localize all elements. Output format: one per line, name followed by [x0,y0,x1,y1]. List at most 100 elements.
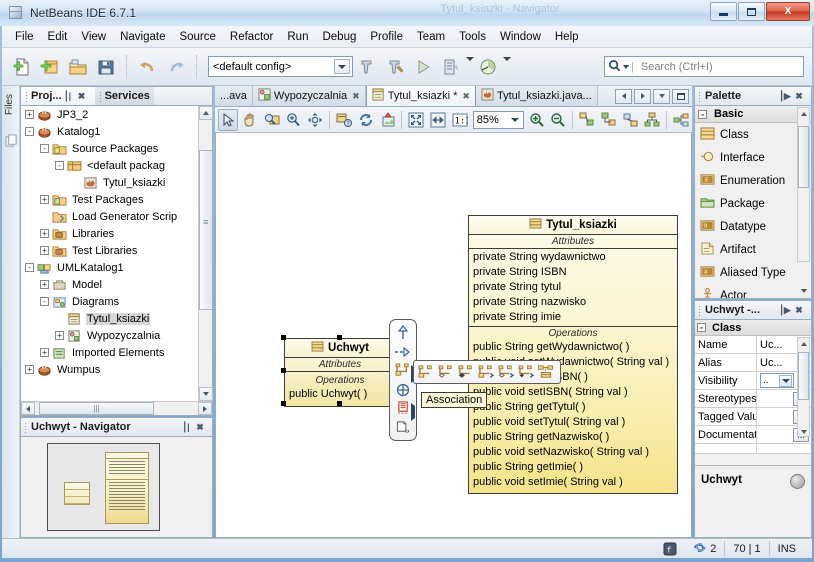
chevron-down-icon[interactable] [779,375,792,387]
chevron-down-icon[interactable] [334,59,350,74]
scroll-thumb[interactable] [798,126,809,188]
properties-scroll-up-button[interactable] [797,337,810,350]
navigable-composition-icon[interactable] [516,362,536,382]
menu-navigate[interactable]: Navigate [113,28,172,46]
clean-build-project-icon[interactable] [382,54,408,80]
tree-item-default-package[interactable]: - <default packag [21,157,212,174]
menu-profile[interactable]: Profile [363,28,410,46]
association-class-icon[interactable] [536,362,556,382]
expander-icon[interactable]: + [40,246,49,255]
tree-item-katalog1[interactable]: - Katalog1 [21,123,212,140]
association-plain-icon[interactable] [416,362,436,382]
tree-item-test-libraries[interactable]: + Test Libraries [21,242,212,259]
new-project-icon[interactable] [37,54,63,80]
save-all-icon[interactable] [93,54,119,80]
expander-icon[interactable]: - [697,323,706,332]
tab-services[interactable]: Services [94,87,154,105]
layout-orthogonal-icon[interactable] [599,109,619,131]
minimize-icon[interactable]: ⎮| [62,91,74,102]
palette-scroll-down-button[interactable] [797,284,810,297]
selection-handle[interactable] [281,368,286,373]
menu-view[interactable]: View [74,28,113,46]
build-project-icon[interactable] [354,54,380,80]
menu-window[interactable]: Window [493,28,548,46]
project-tree[interactable]: + JP3_2 - Katalog1 - Source Packages - <… [21,106,212,401]
palette-item-actor[interactable]: Actor [695,284,811,298]
chevron-down-icon[interactable] [508,113,522,127]
minimize-icon[interactable]: ⎮▶ [779,305,791,316]
menu-file[interactable]: File [8,28,41,46]
tree-item-diagrams[interactable]: - Diagrams [21,293,212,310]
pan-tool-icon[interactable] [240,109,260,131]
expander-icon[interactable]: + [40,348,49,357]
menu-run[interactable]: Run [280,28,315,46]
selection-handle[interactable] [337,401,342,406]
status-git-icon[interactable]: f [655,541,685,556]
undo-icon[interactable] [135,54,161,80]
expander-icon[interactable]: - [55,161,64,170]
menu-tools[interactable]: Tools [452,28,493,46]
close-icon[interactable]: ✖ [352,91,360,102]
palette-scrollbar[interactable] [797,107,810,262]
debug-project-icon[interactable] [438,54,464,80]
menu-source[interactable]: Source [172,28,222,46]
menu-refactor[interactable]: Refactor [223,28,280,46]
actual-size-icon[interactable]: 1:1 [450,109,470,131]
realization-arrow-icon[interactable] [391,342,415,361]
fit-to-window-icon[interactable] [406,109,426,131]
property-row-alias[interactable]: Alias Uc... [695,354,811,372]
tab-tytul-ksiazki-diagram[interactable]: Tytul_ksiazki * ✖ [365,86,476,106]
expander-icon[interactable]: - [40,144,49,153]
layout-tree-icon[interactable] [643,109,663,131]
tab-projects[interactable]: Proj... ⎮| ✖ [21,87,95,105]
instance-icon[interactable] [391,399,415,421]
scroll-down-button[interactable] [199,387,213,401]
close-icon[interactable]: ✖ [194,422,206,433]
files-tab-label[interactable]: Files [4,94,15,115]
aggregation-icon[interactable] [436,362,456,382]
maximize-button[interactable] [738,2,765,21]
run-project-icon[interactable] [410,54,436,80]
export-image-icon[interactable] [378,109,398,131]
properties-scrollbar[interactable] [797,337,810,437]
close-icon[interactable]: ✖ [793,305,805,316]
selection-handle[interactable] [337,335,342,340]
tree-item-imported-elements[interactable]: + Imported Elements [21,344,212,361]
property-row-visibility[interactable]: Visibility .. [695,372,811,390]
comment-link-icon[interactable] [391,418,415,437]
project-tree-horizontal-scrollbar[interactable]: ||| [21,401,212,415]
palette-item-datatype[interactable]: D Datatype [695,215,811,238]
expander-icon[interactable]: - [25,127,34,136]
flyout-arrow-icon[interactable] [411,403,415,421]
expander-icon[interactable]: + [40,280,49,289]
fit-width-icon[interactable] [428,109,448,131]
show-hide-elements-icon[interactable]: ? [334,109,354,131]
zoom-out-icon[interactable] [548,109,568,131]
uml-class-uchwyt[interactable]: Uchwyt Attributes Operations public Uchw… [284,338,396,407]
layout-hierarchical-icon[interactable] [577,109,597,131]
association-icon[interactable] [391,361,415,383]
tree-item-model[interactable]: + Model [21,276,212,293]
tree-item-wypozyczalnia[interactable]: + Wypozyczalnia [21,327,212,344]
layout-sequence-icon[interactable] [621,109,641,131]
zoom-region-icon[interactable] [262,109,282,131]
diagram-canvas[interactable]: Tytul_ksiazki Attributes private String … [215,133,692,538]
tab-tytul-ksiazki-java[interactable]: Tytul_ksiazki.java... [475,86,598,106]
close-icon[interactable]: ✖ [793,91,805,102]
hscroll-thumb[interactable]: ||| [39,402,154,415]
property-row-stereotypes[interactable]: Stereotypes ... [695,390,811,408]
tree-item-umlkatalog1[interactable]: - UMLKatalog1 [21,259,212,276]
files-icon[interactable] [5,134,18,150]
maximize-editor-button[interactable] [672,88,689,104]
visibility-combo[interactable]: .. [760,373,794,388]
config-combo[interactable]: <default config> [208,56,353,77]
generalization-arrow-icon[interactable] [391,323,415,342]
palette-group-basic[interactable]: - Basic [695,106,811,123]
palette-item-class[interactable]: Class [695,123,811,146]
tab-list-dropdown-button[interactable] [653,88,670,104]
expander-icon[interactable]: - [698,109,707,119]
expander-icon[interactable]: + [40,229,49,238]
palette-item-interface[interactable]: Interface [695,146,811,169]
expander-icon[interactable]: - [40,297,49,306]
scroll-right-button[interactable] [198,402,212,415]
